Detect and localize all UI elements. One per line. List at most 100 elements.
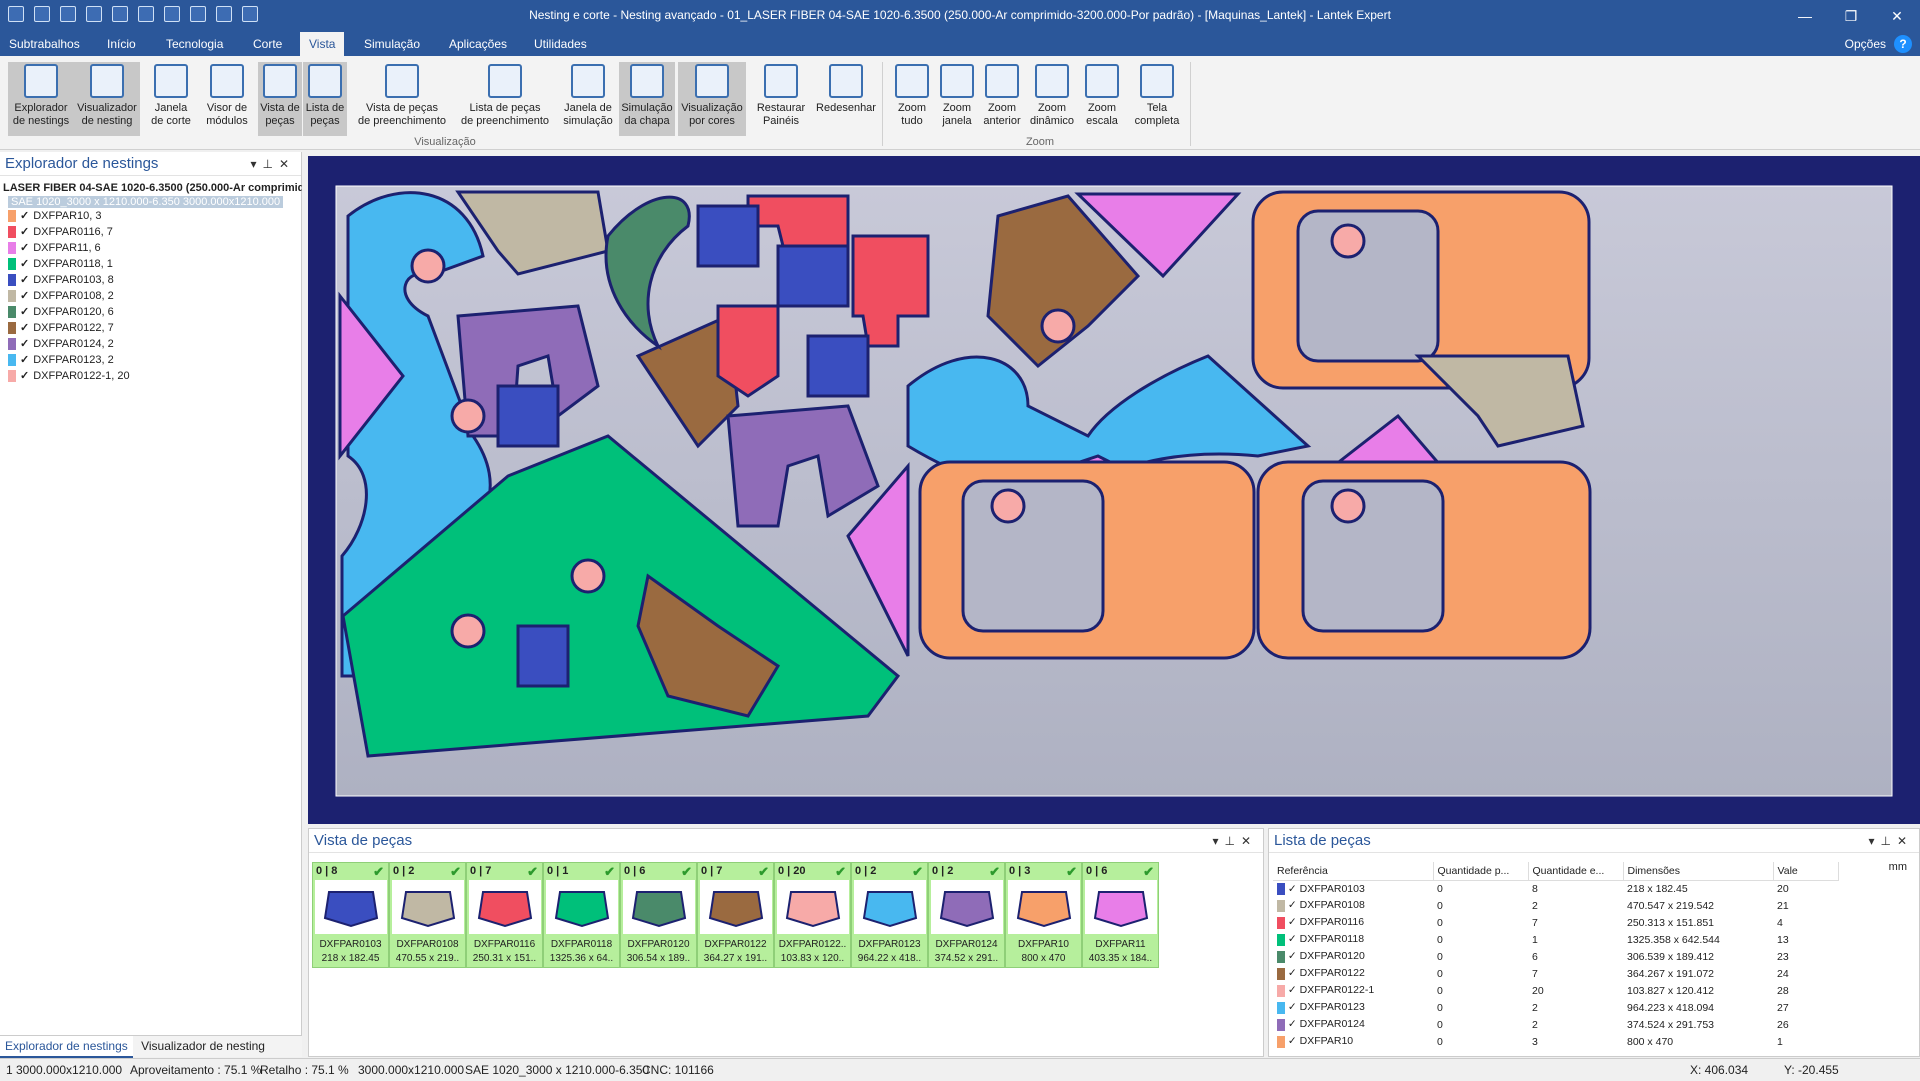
checkmark-icon[interactable]: ✓	[1288, 967, 1297, 979]
part-card[interactable]: 0 | 2 ✔ DXFPAR0108 470.55 x 219..	[389, 862, 466, 968]
panel-controls[interactable]: ▾⊥✕	[1868, 829, 1913, 853]
part-dxfpar0122-1[interactable]	[450, 398, 486, 434]
part-card[interactable]: 0 | 6 ✔ DXFPAR11 403.35 x 184..	[1082, 862, 1159, 968]
table-row[interactable]: ✓ DXFPAR0116 0 7 250.313 x 151.851 4	[1273, 914, 1838, 931]
module-viewer-button[interactable]: Visor de módulos	[200, 62, 254, 136]
part-dxfpar0103[interactable]	[776, 244, 850, 308]
part-dxfpar0103[interactable]	[496, 384, 560, 448]
tree-item[interactable]: ✓ DXFPAR0122-1, 20	[0, 368, 302, 384]
part-card[interactable]: 0 | 6 ✔ DXFPAR0120 306.54 x 189..	[620, 862, 697, 968]
part-card[interactable]: 0 | 3 ✔ DXFPAR10 800 x 470	[1005, 862, 1082, 968]
checkmark-icon[interactable]: ✓	[20, 288, 29, 304]
column-header[interactable]: Quantidade p...	[1433, 862, 1529, 881]
tab-utilidades[interactable]: Utilidades	[525, 32, 596, 56]
part-card[interactable]: 0 | 8 ✔ DXFPAR0103 218 x 182.45	[312, 862, 389, 968]
tab-simulacao[interactable]: Simulação	[355, 32, 429, 56]
part-dxfpar0103[interactable]	[516, 624, 570, 688]
part-card[interactable]: 0 | 7 ✔ DXFPAR0122 364.27 x 191..	[697, 862, 774, 968]
tree-item[interactable]: ✓ DXFPAR0118, 1	[0, 256, 302, 272]
help-icon[interactable]: ?	[1894, 35, 1912, 53]
tree-item[interactable]: ✓ DXFPAR0120, 6	[0, 304, 302, 320]
column-header[interactable]: Quantidade e...	[1528, 862, 1624, 881]
tree-item[interactable]: ✓ DXFPAR10, 3	[0, 208, 302, 224]
table-row[interactable]: ✓ DXFPAR0118 0 1 1325.358 x 642.544 13	[1273, 931, 1838, 948]
column-header[interactable]: Vale	[1773, 862, 1839, 881]
sheet-simulation-button[interactable]: Simulação da chapa	[619, 62, 675, 136]
checkmark-icon[interactable]: ✓	[1288, 916, 1297, 928]
table-row[interactable]: ✓ DXFPAR0123 0 2 964.223 x 418.094 27	[1273, 999, 1838, 1016]
parts-list-button[interactable]: Lista de peças	[303, 62, 347, 136]
checkmark-icon[interactable]: ✓	[1288, 883, 1297, 895]
nesting-canvas[interactable]	[308, 156, 1920, 824]
tab-subtrabalhos[interactable]: Subtrabalhos	[0, 32, 89, 56]
maximize-button[interactable]: ❐	[1828, 0, 1874, 32]
options-menu[interactable]: Opções	[1845, 37, 1886, 51]
restore-panels-button[interactable]: Restaurar Painéis	[752, 62, 810, 136]
table-row[interactable]: ✓ DXFPAR0122 0 7 364.267 x 191.072 24	[1273, 965, 1838, 982]
tree-item[interactable]: ✓ DXFPAR0116, 7	[0, 224, 302, 240]
tree-item[interactable]: ✓ DXFPAR0123, 2	[0, 352, 302, 368]
redraw-button[interactable]: Redesenhar	[812, 62, 880, 136]
part-card[interactable]: 0 | 7 ✔ DXFPAR0116 250.31 x 151..	[466, 862, 543, 968]
part-dxfpar0122-1[interactable]	[1330, 223, 1366, 259]
checkmark-icon[interactable]: ✓	[20, 256, 29, 272]
part-dxfpar0122-1[interactable]	[1330, 488, 1366, 524]
checkmark-icon[interactable]: ✓	[20, 208, 29, 224]
tree-item[interactable]: ✓ DXFPAR0108, 2	[0, 288, 302, 304]
minimize-button[interactable]: —	[1782, 0, 1828, 32]
table-row[interactable]: ✓ DXFPAR0120 0 6 306.539 x 189.412 23	[1273, 948, 1838, 965]
panel-controls[interactable]: ▾⊥✕	[1212, 829, 1257, 853]
panel-controls[interactable]: ▾⊥✕	[250, 152, 295, 176]
column-header[interactable]: Dimensões	[1623, 862, 1774, 881]
tab-vista[interactable]: Vista	[300, 32, 345, 56]
table-row[interactable]: ✓ DXFPAR0108 0 2 470.547 x 219.542 21	[1273, 897, 1838, 914]
zoom-window-button[interactable]: Zoom janela	[935, 62, 979, 136]
close-button[interactable]: ✕	[1874, 0, 1920, 32]
part-dxfpar0103[interactable]	[696, 204, 760, 268]
checkmark-icon[interactable]: ✓	[1288, 933, 1297, 945]
checkmark-icon[interactable]: ✓	[20, 304, 29, 320]
parts-view-button[interactable]: Vista de peças	[258, 62, 302, 136]
tree-item[interactable]: ✓ DXFPAR0124, 2	[0, 336, 302, 352]
part-dxfpar0116[interactable]	[716, 304, 780, 398]
checkmark-icon[interactable]: ✓	[1288, 1018, 1297, 1030]
zoom-previous-button[interactable]: Zoom anterior	[979, 62, 1025, 136]
zoom-dynamic-button[interactable]: Zoom dinâmico	[1026, 62, 1078, 136]
tab-nesting-explorer[interactable]: Explorador de nestings	[0, 1036, 133, 1058]
zoom-all-button[interactable]: Zoom tudo	[890, 62, 934, 136]
checkmark-icon[interactable]: ✓	[20, 320, 29, 336]
checkmark-icon[interactable]: ✓	[20, 352, 29, 368]
fill-parts-view-button[interactable]: Vista de peças de preenchimento	[350, 62, 454, 136]
tab-nesting-viewer[interactable]: Visualizador de nesting	[136, 1036, 270, 1056]
column-header[interactable]: Referência	[1273, 862, 1434, 881]
part-card[interactable]: 0 | 20 ✔ DXFPAR0122.. 103.83 x 120..	[774, 862, 851, 968]
checkmark-icon[interactable]: ✓	[1288, 1001, 1297, 1013]
checkmark-icon[interactable]: ✓	[1288, 899, 1297, 911]
part-dxfpar0122-1[interactable]	[570, 558, 606, 594]
part-card[interactable]: 0 | 2 ✔ DXFPAR0123 964.22 x 418..	[851, 862, 928, 968]
fill-parts-list-button[interactable]: Lista de peças de preenchimento	[453, 62, 557, 136]
tree-item[interactable]: ✓ DXFPAR0103, 8	[0, 272, 302, 288]
checkmark-icon[interactable]: ✓	[1288, 984, 1297, 996]
table-row[interactable]: ✓ DXFPAR10 0 3 800 x 470 1	[1273, 1033, 1838, 1050]
nesting-viewer-button[interactable]: Visualizador de nesting	[74, 62, 140, 136]
part-dxfpar0122-1[interactable]	[450, 613, 486, 649]
part-dxfpar0122-1[interactable]	[990, 488, 1026, 524]
part-dxfpar0103[interactable]	[806, 334, 870, 398]
tab-aplicacoes[interactable]: Aplicações	[440, 32, 516, 56]
tree-root[interactable]: LASER FIBER 04-SAE 1020-6.3500 (250.000-…	[0, 182, 302, 194]
table-row[interactable]: ✓ DXFPAR0124 0 2 374.524 x 291.753 26	[1273, 1016, 1838, 1033]
full-screen-button[interactable]: Tela completa	[1130, 62, 1184, 136]
checkmark-icon[interactable]: ✓	[1288, 1035, 1297, 1047]
tree-sheet[interactable]: SAE 1020_3000 x 1210.000-6.350 3000.000x…	[8, 196, 284, 208]
part-dxfpar0122-1[interactable]	[410, 248, 446, 284]
tab-tecnologia[interactable]: Tecnologia	[157, 32, 232, 56]
checkmark-icon[interactable]: ✓	[20, 240, 29, 256]
table-row[interactable]: ✓ DXFPAR0103 0 8 218 x 182.45 20	[1273, 880, 1838, 897]
part-card[interactable]: 0 | 1 ✔ DXFPAR0118 1325.36 x 64..	[543, 862, 620, 968]
table-row[interactable]: ✓ DXFPAR0122-1 0 20 103.827 x 120.412 28	[1273, 982, 1838, 999]
cut-window-button[interactable]: Janela de corte	[145, 62, 197, 136]
checkmark-icon[interactable]: ✓	[1288, 950, 1297, 962]
part-dxfpar0122-1[interactable]	[1040, 308, 1076, 344]
color-view-button[interactable]: Visualização por cores	[678, 62, 746, 136]
